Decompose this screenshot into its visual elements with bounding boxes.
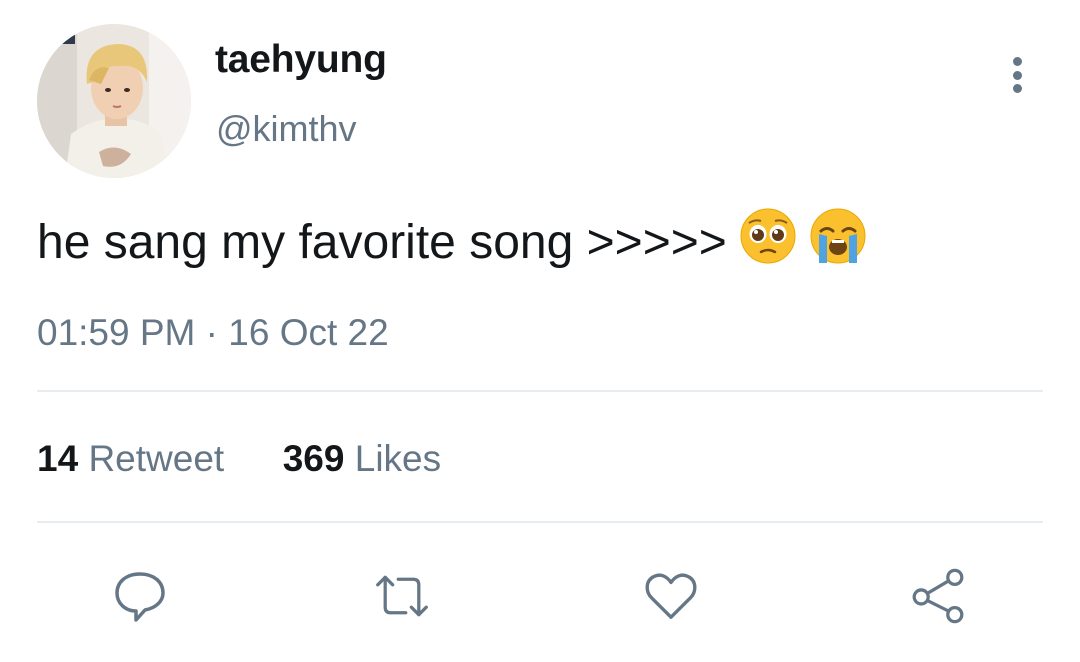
- reply-icon: [115, 572, 165, 622]
- likes-count: 369: [282, 438, 345, 479]
- heart-icon: [645, 573, 697, 619]
- avatar[interactable]: [37, 24, 191, 178]
- retweet-stat[interactable]: 14 Retweet: [37, 438, 234, 479]
- reply-button[interactable]: [112, 568, 168, 624]
- tweet-stats: 14 Retweet 369 Likes: [37, 438, 441, 480]
- likes-label: Likes: [354, 438, 442, 479]
- share-button[interactable]: [910, 568, 966, 624]
- retweet-count: 14: [37, 438, 79, 479]
- divider: [37, 390, 1043, 392]
- divider: [37, 521, 1043, 523]
- more-dot-icon: [1012, 70, 1022, 80]
- user-handle[interactable]: @kimthv: [216, 108, 357, 150]
- retweet-label: Retweet: [88, 438, 225, 479]
- likes-stat[interactable]: 369 Likes: [283, 438, 441, 479]
- like-button[interactable]: [643, 568, 699, 624]
- tweet-text: he sang my favorite song >>>>>: [37, 215, 727, 269]
- more-dot-icon: [1012, 84, 1022, 93]
- retweet-icon: [376, 575, 428, 617]
- tweet-time: 01:59 PM: [37, 312, 196, 353]
- display-name[interactable]: taehyung: [215, 38, 387, 82]
- loudly-crying-face-icon: [809, 207, 867, 277]
- tweet-body: he sang my favorite song >>>>>: [37, 207, 867, 277]
- tweet-date: 16 Oct 22: [228, 312, 389, 353]
- retweet-button[interactable]: [374, 568, 430, 624]
- pleading-face-icon: [739, 207, 797, 277]
- avatar-image: [37, 24, 191, 178]
- tweet-timestamp[interactable]: 01:59 PM · 16 Oct 22: [37, 312, 389, 354]
- tweet-card: taehyung @kimthv he sang my favorite son…: [0, 0, 1080, 662]
- timestamp-separator: ·: [205, 312, 218, 353]
- more-dot-icon: [1012, 57, 1022, 66]
- more-options-button[interactable]: [1000, 52, 1034, 98]
- share-icon: [912, 568, 964, 624]
